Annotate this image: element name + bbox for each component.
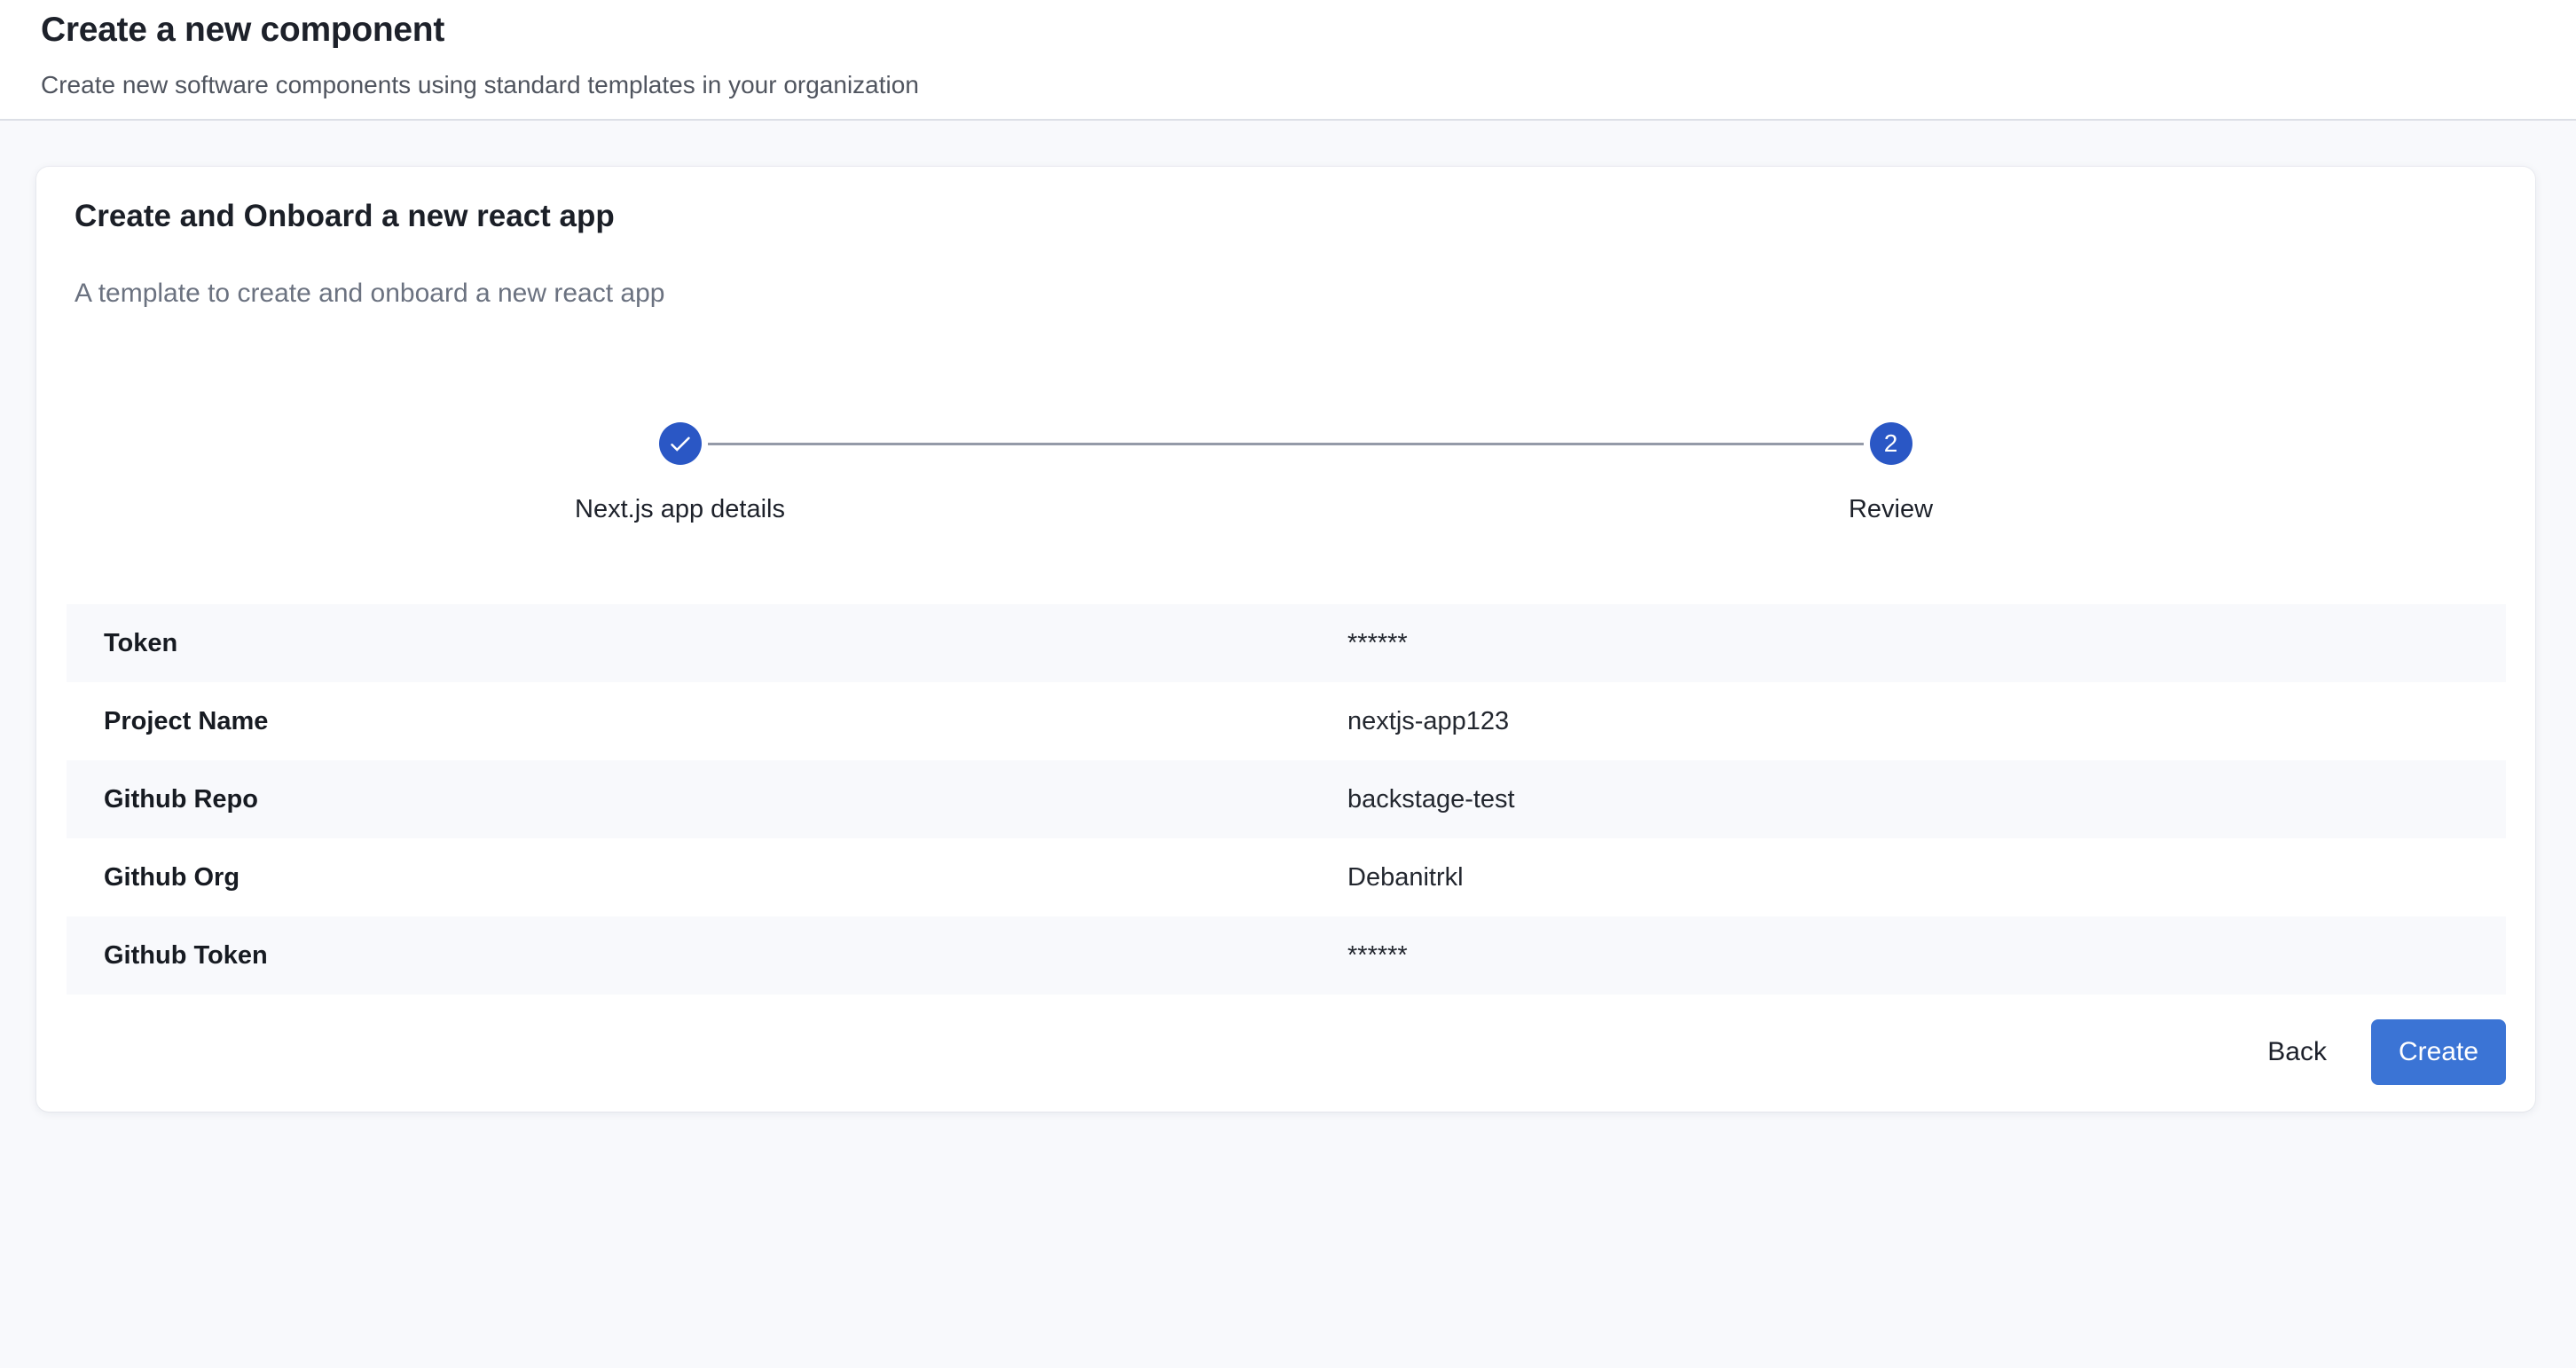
template-card: Create and Onboard a new react app A tem… bbox=[36, 167, 2535, 1112]
review-row-github-token: Github Token ****** bbox=[67, 916, 2506, 995]
check-icon bbox=[659, 422, 702, 465]
review-row-value: ****** bbox=[1347, 941, 1408, 971]
step-connector-line bbox=[708, 443, 1864, 445]
step-nextjs-app-details[interactable]: Next.js app details bbox=[75, 422, 1285, 524]
create-button[interactable]: Create bbox=[2371, 1019, 2506, 1085]
back-button[interactable]: Back bbox=[2266, 1019, 2329, 1085]
step-label: Next.js app details bbox=[575, 495, 785, 524]
review-row-value: ****** bbox=[1347, 629, 1408, 658]
review-row-label: Github Repo bbox=[67, 785, 258, 814]
review-row-value: nextjs-app123 bbox=[1347, 707, 1509, 736]
review-row-label: Token bbox=[67, 629, 177, 658]
review-row-value: backstage-test bbox=[1347, 785, 1515, 814]
card-subtitle: A template to create and onboard a new r… bbox=[75, 279, 664, 309]
card-title: Create and Onboard a new react app bbox=[75, 199, 615, 234]
page-title: Create a new component bbox=[41, 11, 444, 50]
review-row-token: Token ****** bbox=[67, 604, 2506, 682]
card-footer: Back Create bbox=[67, 1019, 2506, 1085]
review-row-project-name: Project Name nextjs-app123 bbox=[67, 682, 2506, 760]
review-table: Token ****** Project Name nextjs-app123 … bbox=[67, 604, 2506, 995]
page-subtitle: Create new software components using sta… bbox=[41, 71, 919, 99]
review-row-github-org: Github Org Debanitrkl bbox=[67, 838, 2506, 916]
review-row-label: Project Name bbox=[67, 707, 268, 736]
step-review[interactable]: 2 Review bbox=[1285, 422, 2496, 524]
review-row-value: Debanitrkl bbox=[1347, 863, 1464, 892]
review-row-label: Github Token bbox=[67, 941, 268, 971]
step-number: 2 bbox=[1884, 429, 1898, 458]
review-row-github-repo: Github Repo backstage-test bbox=[67, 760, 2506, 838]
stepper: Next.js app details 2 Review bbox=[75, 422, 2496, 524]
page-header: Create a new component Create new softwa… bbox=[0, 0, 2576, 121]
step-number-badge: 2 bbox=[1870, 422, 1912, 465]
review-row-label: Github Org bbox=[67, 863, 240, 892]
step-label: Review bbox=[1849, 495, 1933, 524]
